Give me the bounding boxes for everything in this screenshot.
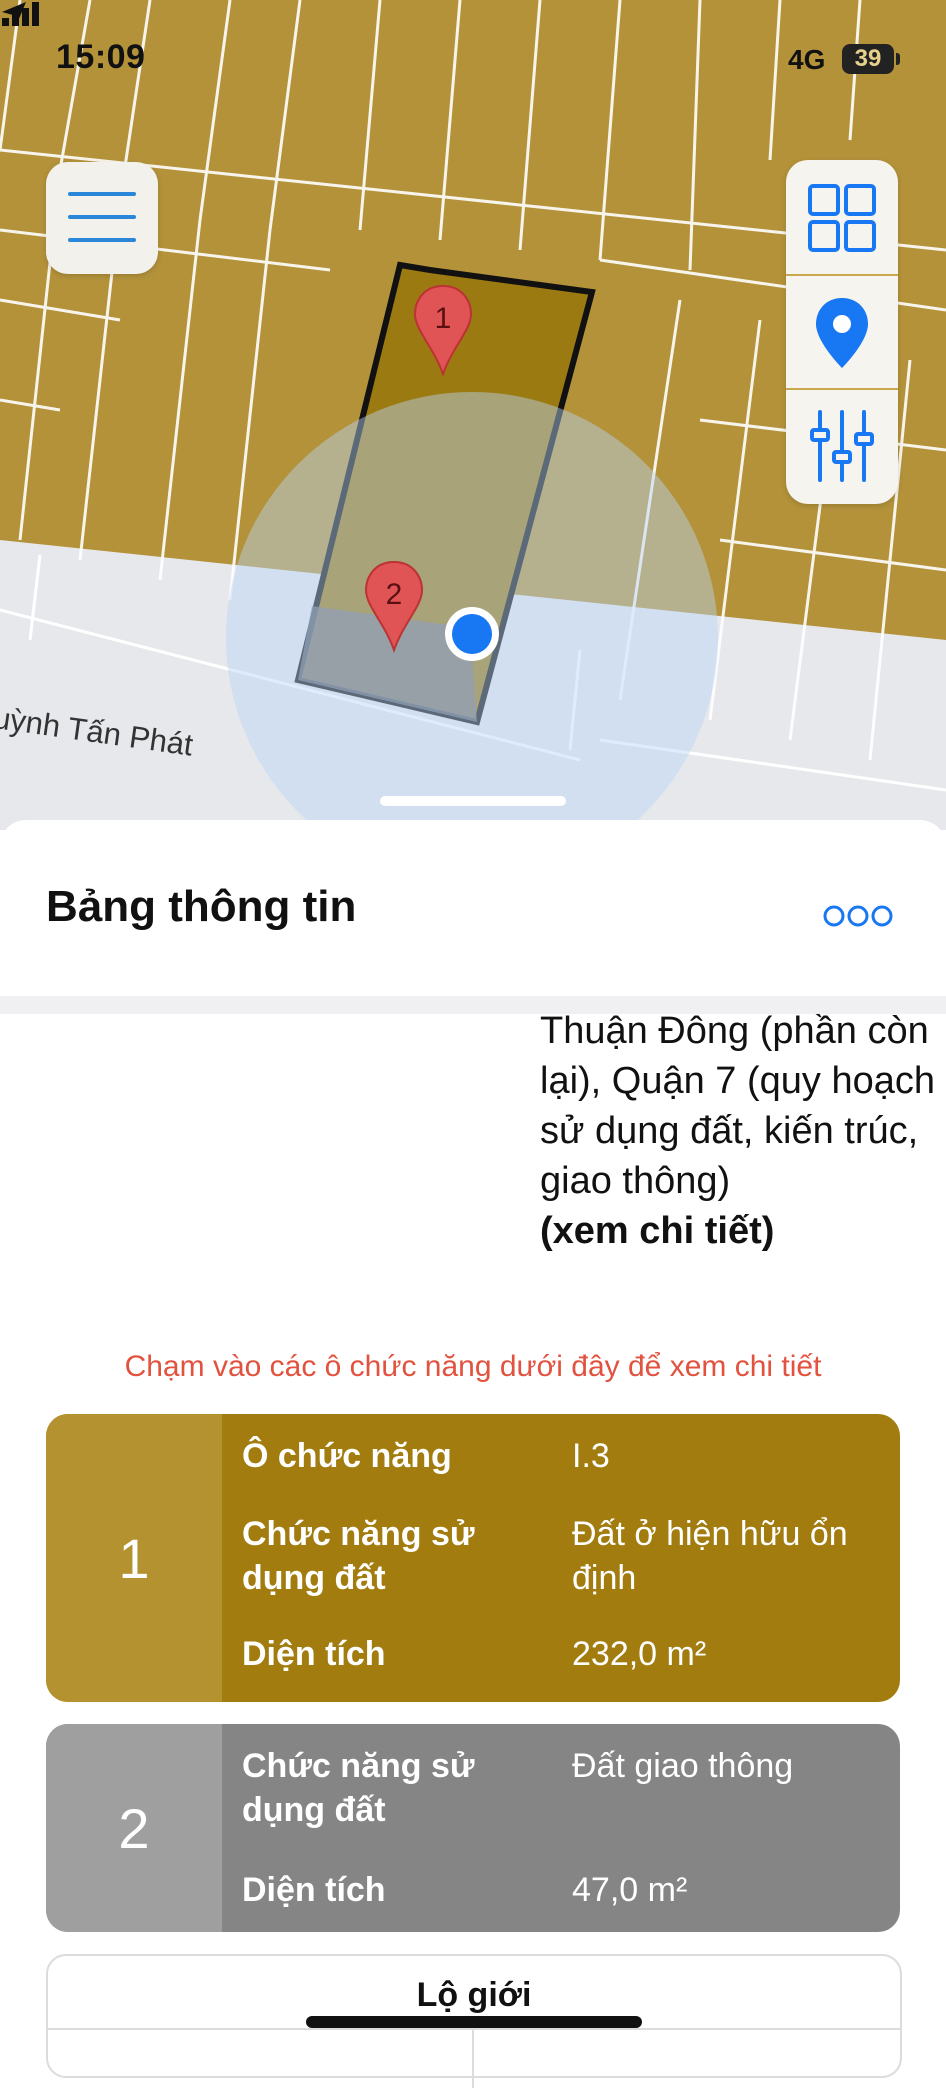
plan-description-text: Thuận Đông (phần còn lại), Quận 7 (quy h… — [540, 1010, 936, 1202]
filter-button[interactable] — [786, 388, 898, 504]
battery-tip — [896, 53, 900, 65]
more-options-icon[interactable] — [822, 904, 894, 928]
card-row-value: 232,0 m² — [572, 1635, 707, 1673]
card-row-value: I.3 — [572, 1437, 610, 1475]
view-detail-link[interactable]: (xem chi tiết) — [540, 1210, 774, 1252]
map-view[interactable]: 1 2 15:09 4G 39 uỳnh Tấn Phát — [0, 0, 946, 830]
map-tools-panel — [786, 160, 898, 504]
plan-description: Thuận Đông (phần còn lại), Quận 7 (quy h… — [540, 1006, 940, 1256]
grid-icon — [808, 184, 876, 252]
location-pin-icon — [816, 298, 868, 368]
function-card-2[interactable]: 2 Chức năng sử dụng đất Đất giao thông D… — [46, 1724, 900, 1932]
sheet-title: Bảng thông tin — [46, 882, 357, 931]
battery-icon: 39 — [842, 44, 894, 74]
filter-sliders-icon — [810, 410, 874, 482]
function-card-1[interactable]: 1 Ô chức năng I.3 Chức năng sử dụng đất … — [46, 1414, 900, 1702]
table-column-divider — [472, 2028, 474, 2088]
network-type: 4G — [788, 44, 826, 75]
card-row-value: 47,0 m² — [572, 1871, 688, 1909]
menu-icon — [68, 192, 136, 196]
home-indicator[interactable] — [306, 2016, 642, 2028]
marker-1-label: 1 — [435, 302, 452, 335]
menu-button[interactable] — [46, 162, 158, 274]
card-row-label: Diện tích — [242, 1635, 386, 1673]
card-number: 2 — [46, 1724, 222, 1932]
signal-icon — [2, 2, 39, 26]
user-location-dot — [452, 614, 492, 654]
hint-text: Chạm vào các ô chức năng dưới đây để xem… — [124, 1350, 822, 1383]
marker-2-label: 2 — [386, 578, 403, 611]
locate-button[interactable] — [786, 274, 898, 390]
status-time: 15:09 — [56, 38, 146, 76]
status-bar: 15:09 4G 39 — [0, 0, 946, 120]
card-row-value: Đất ở hiện hữu ổn định — [572, 1515, 848, 1597]
sheet-grabber[interactable] — [380, 796, 566, 806]
table-divider — [48, 2028, 900, 2030]
card-row-value: Đất giao thông — [572, 1747, 794, 1785]
card-number: 1 — [46, 1414, 222, 1702]
card-row-label: Ô chức năng — [242, 1437, 452, 1475]
card-row-label: Chức năng sử dụng đất — [242, 1515, 475, 1597]
road-table-title: Lộ giới — [416, 1976, 532, 2014]
card-row-label: Chức năng sử dụng đất — [242, 1747, 475, 1829]
layers-button[interactable] — [786, 160, 898, 274]
card-row-label: Diện tích — [242, 1871, 386, 1909]
